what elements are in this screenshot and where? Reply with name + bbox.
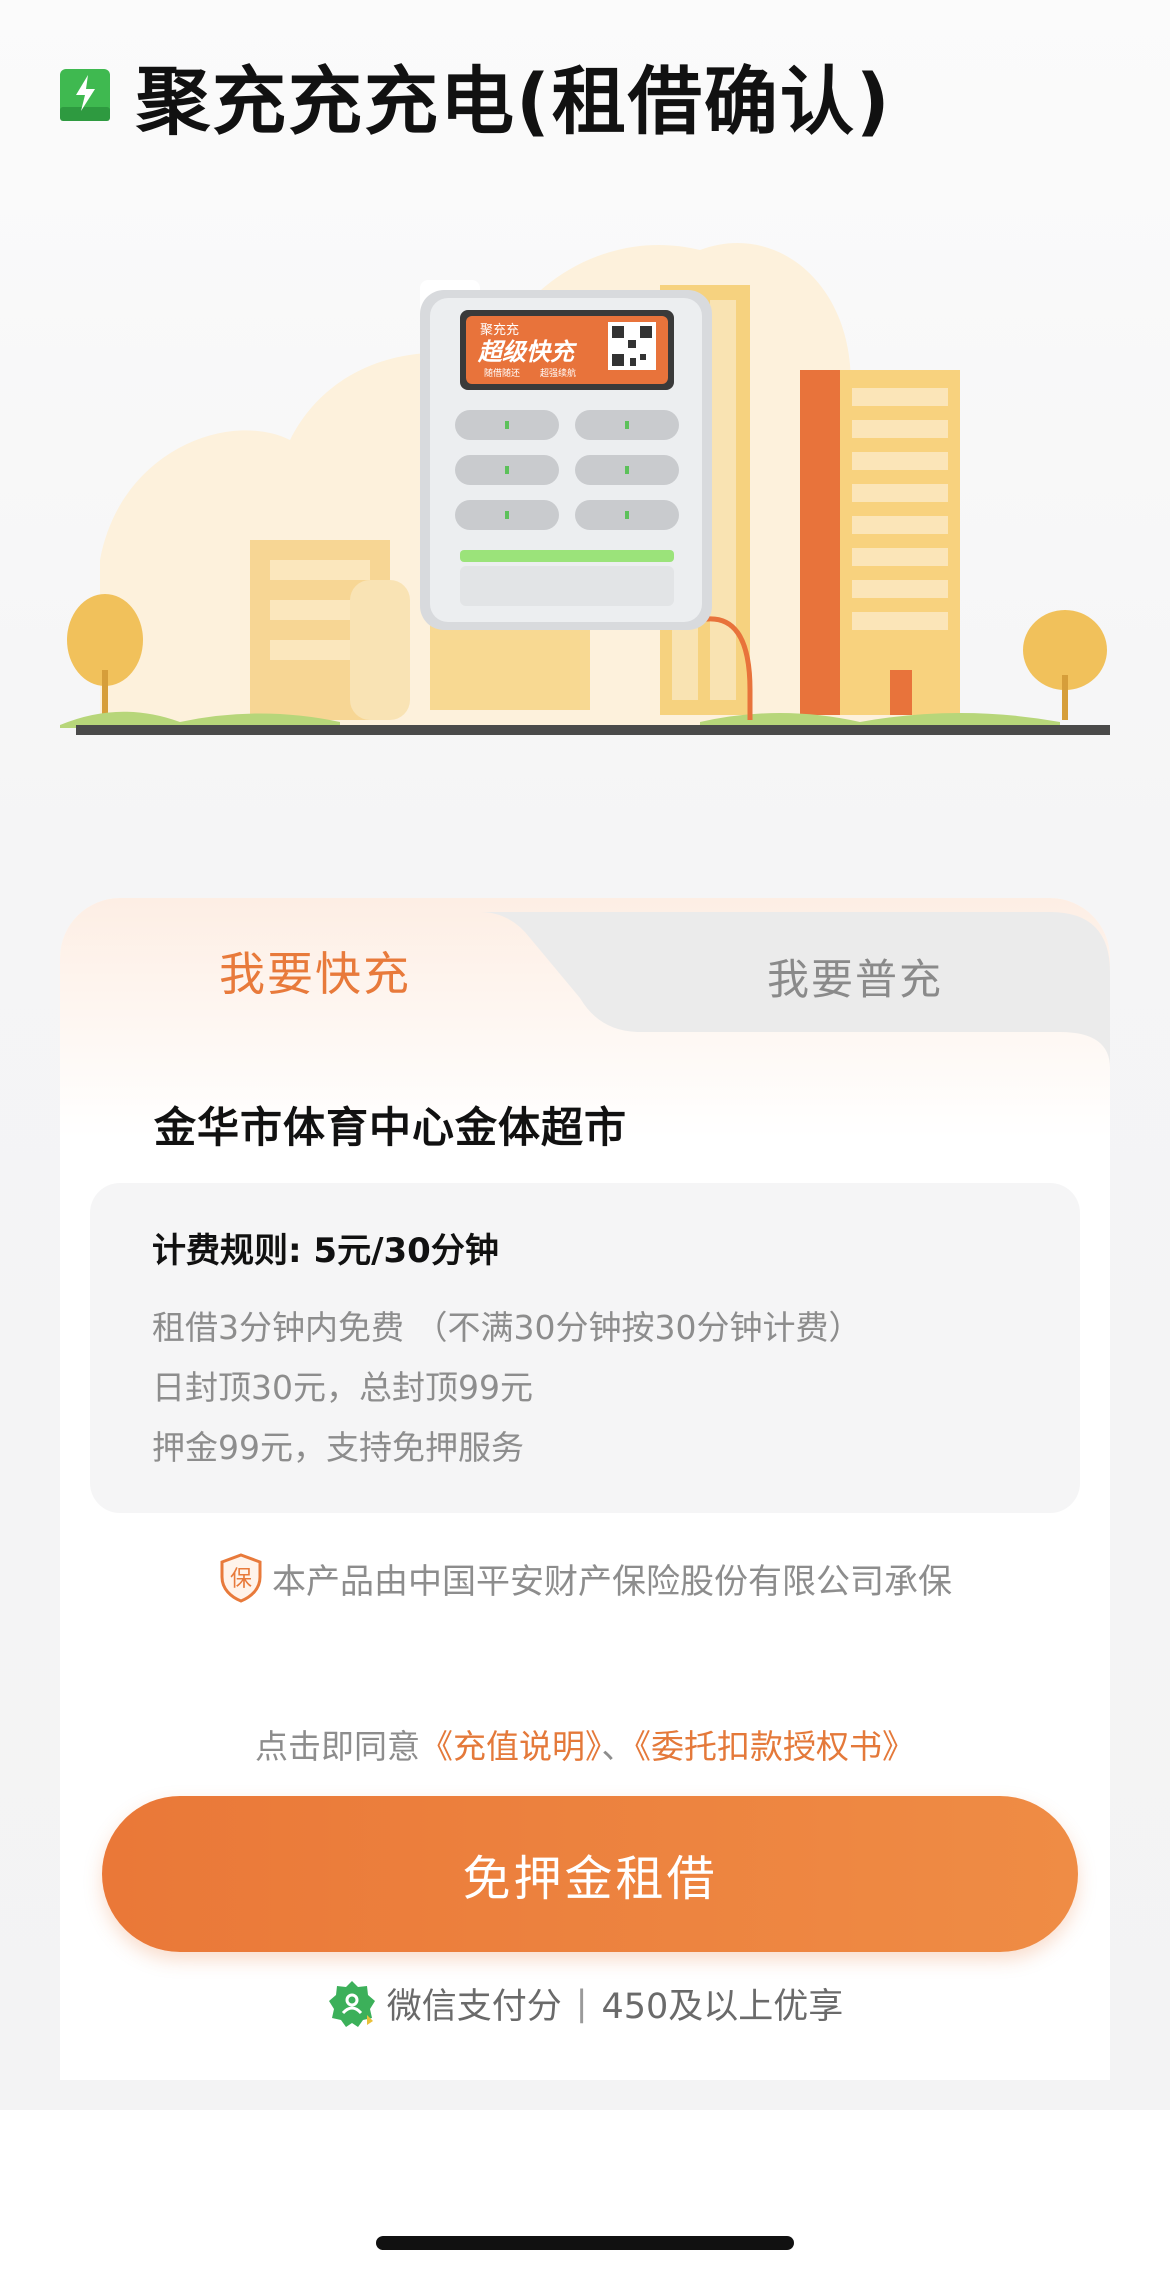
agreement-row: 点击即同意《充值说明》、《委托扣款授权书》 bbox=[60, 1720, 1110, 1768]
wechat-label: 微信支付分 bbox=[386, 1987, 562, 2027]
pricing-line: 租借3分钟内免费 （不满30分钟按30分钟计费） bbox=[152, 1308, 862, 1347]
machine-slogan: 超级快充 bbox=[477, 338, 578, 366]
tab-fast-charge[interactable]: 我要快充 bbox=[60, 938, 570, 1004]
battery-bolt-icon bbox=[60, 69, 110, 121]
machine-sub-left: 随借随还 bbox=[484, 367, 520, 379]
charging-station-illustration: 聚充充 超级快充 随借随还 超强续航 bbox=[60, 243, 1110, 735]
shield-icon-text: 保 bbox=[230, 1567, 252, 1592]
machine-sub-right: 超强续航 bbox=[540, 367, 576, 379]
card-body: 我要快充 我要普充 金华市体育中心金体超市 计费规则: 5元/30分钟 租借3分… bbox=[60, 898, 1110, 2080]
tab-normal-charge[interactable]: 我要普充 bbox=[620, 946, 1090, 1007]
machine-brand: 聚充充 bbox=[480, 322, 519, 338]
store-name: 金华市体育中心金体超市 bbox=[154, 1103, 628, 1152]
agreement-prefix: 点击即同意 bbox=[255, 1727, 420, 1766]
page-header: 聚充充充电(租借确认) bbox=[58, 50, 892, 145]
wechat-pay-score-icon bbox=[328, 1980, 375, 2027]
agreement-separator: 、 bbox=[601, 1727, 635, 1766]
insurance-text: 本产品由中国平安财产保险股份有限公司承保 bbox=[272, 1561, 952, 1602]
deposit-free-rent-button[interactable]: 免押金租借 bbox=[102, 1796, 1078, 1952]
debit-authorization-link[interactable]: 《委托扣款授权书》 bbox=[635, 1727, 916, 1766]
shield-icon: 保 bbox=[220, 1553, 262, 1603]
pricing-rules-box: 计费规则: 5元/30分钟 租借3分钟内免费 （不满30分钟按30分钟计费） 日… bbox=[90, 1183, 1080, 1513]
recharge-terms-link[interactable]: 《充值说明》 bbox=[420, 1727, 602, 1766]
pricing-title: 计费规则: 5元/30分钟 bbox=[152, 1231, 499, 1271]
wechat-note: 450及以上优享 bbox=[601, 1987, 844, 2027]
bottom-safe-area bbox=[0, 2110, 1170, 2276]
insurance-notice: 保 本产品由中国平安财产保险股份有限公司承保 bbox=[60, 1553, 1110, 1603]
wechat-divider: | bbox=[575, 1983, 588, 2024]
pricing-line: 日封顶30元，总封顶99元 bbox=[152, 1368, 533, 1407]
wechat-pay-score-row: 微信支付分 | 450及以上优享 bbox=[60, 1978, 1110, 2029]
home-indicator[interactable] bbox=[376, 2236, 794, 2250]
page-title: 聚充充充电(租借确认) bbox=[136, 58, 892, 145]
rental-card: 我要快充 我要普充 金华市体育中心金体超市 计费规则: 5元/30分钟 租借3分… bbox=[60, 898, 1110, 2080]
pricing-line: 押金99元，支持免押服务 bbox=[152, 1428, 524, 1467]
